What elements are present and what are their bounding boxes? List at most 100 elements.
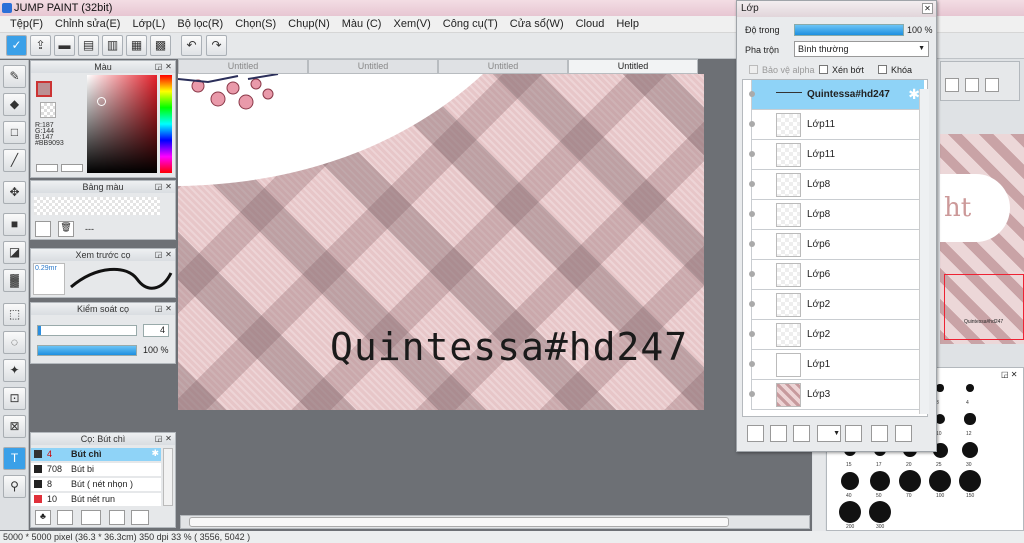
panel-close-icon[interactable]: ✕ [164, 62, 173, 71]
new-1bit-layer-icon[interactable] [793, 425, 810, 442]
magic-wand-icon[interactable]: ✦ [3, 359, 26, 382]
menu-cloud[interactable]: Cloud [570, 16, 611, 32]
eraser-tool-icon[interactable]: ◆ [3, 93, 26, 116]
dropper-tool-icon[interactable]: ⚲ [3, 475, 26, 498]
layer-menu-chevron-icon[interactable]: ▼ [817, 425, 841, 442]
menu-file[interactable]: Tệp(F) [4, 16, 49, 32]
tab-untitled-3[interactable]: Untitled [438, 59, 568, 74]
panel-float-icon[interactable]: ◲ [154, 182, 163, 191]
check-icon[interactable]: ✓ [6, 35, 27, 56]
line-tool-icon[interactable]: ╱ [3, 149, 26, 172]
brush-size-dot[interactable] [839, 501, 861, 523]
panel-float-icon[interactable]: ◲ [154, 434, 163, 443]
tab-untitled-1[interactable]: Untitled [178, 59, 308, 74]
panel-close-icon[interactable]: ✕ [164, 434, 173, 443]
color-option-button[interactable] [61, 164, 83, 172]
menu-help[interactable]: Help [610, 16, 645, 32]
text-tool-icon[interactable]: T [3, 447, 26, 470]
brush-size-dot[interactable] [961, 441, 979, 459]
eye-icon[interactable] [749, 121, 755, 127]
brush-item[interactable]: 8 Bút ( nét nhọn ) [31, 478, 161, 491]
close-icon[interactable]: ✕ [922, 3, 933, 14]
tab-untitled-4[interactable]: Untitled [568, 59, 698, 74]
rotate-icon[interactable] [985, 78, 999, 92]
trash-icon[interactable]: 🗑 [58, 221, 74, 237]
folder-icon[interactable] [131, 510, 149, 525]
layer-row[interactable]: Lớp6 [749, 230, 924, 260]
layer-list-scrollbar[interactable] [919, 89, 929, 414]
panel-close-icon[interactable]: ✕ [164, 250, 173, 259]
brush-add-icon[interactable]: ♣ [35, 510, 51, 525]
layer-row[interactable]: Lớp1 [749, 350, 924, 380]
brush-item[interactable]: 708 Bút bi [31, 463, 161, 476]
color-mode-button[interactable] [36, 164, 58, 172]
eye-icon[interactable] [749, 271, 755, 277]
eye-icon[interactable] [749, 391, 755, 397]
eye-icon[interactable] [749, 151, 755, 157]
menu-window[interactable]: Cửa sổ(W) [504, 16, 570, 32]
brush-size-dot[interactable] [840, 471, 860, 491]
panel-close-icon[interactable]: ✕ [164, 182, 173, 191]
horizontal-scrollbar[interactable] [180, 515, 810, 529]
color-table-grid[interactable] [34, 197, 160, 215]
hue-slider[interactable] [160, 75, 172, 173]
panel-close-icon[interactable]: ◲ ✕ [1001, 370, 1021, 380]
bucket-tool-icon[interactable]: ◪ [3, 241, 26, 264]
menu-select[interactable]: Chọn(S) [229, 16, 282, 32]
brush-list-scrollbar[interactable] [163, 448, 173, 506]
tab-untitled-2[interactable]: Untitled [308, 59, 438, 74]
brush-copy-icon[interactable] [109, 510, 125, 525]
page-icon[interactable]: ▥ [102, 35, 123, 56]
color-picker-cursor[interactable] [97, 97, 106, 106]
speech-bubble-icon[interactable]: ▬ [54, 35, 75, 56]
eye-icon[interactable] [749, 241, 755, 247]
grid-icon[interactable]: ▩ [150, 35, 171, 56]
zoom-out-icon[interactable] [965, 78, 979, 92]
layer-row[interactable]: Lớp6 [749, 260, 924, 290]
redo-icon[interactable]: ↷ [206, 35, 227, 56]
layer-row[interactable]: Lớp11 [749, 110, 924, 140]
brush-item[interactable]: 4 Bút chì ✱ [31, 448, 161, 461]
eye-icon[interactable] [749, 91, 755, 97]
zoom-in-icon[interactable] [945, 78, 959, 92]
layer-row[interactable]: Lớp2 [749, 290, 924, 320]
move-tool-icon[interactable]: ✥ [3, 181, 26, 204]
brush-item[interactable]: 10 Bút nét run [31, 493, 161, 506]
brush-size-value[interactable]: 4 [143, 324, 169, 337]
upload-icon[interactable]: ⇪ [30, 35, 51, 56]
rect-select-icon[interactable]: ⬚ [3, 303, 26, 326]
layer-opacity-slider[interactable] [794, 24, 904, 36]
layer-row[interactable]: Quintessa#hd247 ✱ [749, 80, 924, 110]
fill-rect-tool-icon[interactable]: ■ [3, 213, 26, 236]
layer-row[interactable]: Lớp3 [749, 380, 924, 410]
background-color-swatch[interactable] [40, 102, 56, 118]
folder-icon[interactable] [845, 425, 862, 442]
brush-size-dot[interactable] [936, 384, 944, 392]
eye-icon[interactable] [749, 361, 755, 367]
menu-capture[interactable]: Chụp(N) [282, 16, 336, 32]
saturation-value-picker[interactable] [87, 75, 157, 173]
brush-size-dot[interactable] [959, 470, 981, 492]
menu-tools[interactable]: Công cụ(T) [437, 16, 504, 32]
brush-size-dot[interactable] [929, 470, 951, 492]
foreground-color-swatch[interactable] [36, 81, 52, 97]
select-pen-icon[interactable]: ⊡ [3, 387, 26, 410]
brush-size-slider[interactable] [37, 325, 137, 336]
protect-alpha-checkbox[interactable] [749, 65, 758, 74]
panel-float-icon[interactable]: ◲ [154, 304, 163, 313]
select-eraser-icon[interactable]: ⊠ [3, 415, 26, 438]
panel-float-icon[interactable]: ◲ [154, 62, 163, 71]
panel-close-icon[interactable]: ✕ [164, 304, 173, 313]
navigator-viewport[interactable] [944, 274, 1024, 340]
brush-tool-icon[interactable]: ✎ [3, 65, 26, 88]
clip-checkbox[interactable] [819, 65, 828, 74]
gear-icon[interactable]: ✱ [151, 448, 159, 459]
document-icon[interactable]: ▦ [126, 35, 147, 56]
new-layer-icon[interactable] [747, 425, 764, 442]
copy-layer-icon[interactable] [871, 425, 888, 442]
new-color-icon[interactable] [35, 221, 51, 237]
panel-float-icon[interactable]: ◲ [154, 250, 163, 259]
layer-row[interactable]: Lớp8 [749, 200, 924, 230]
menu-edit[interactable]: Chỉnh sửa(E) [49, 16, 126, 32]
lock-checkbox[interactable] [878, 65, 887, 74]
